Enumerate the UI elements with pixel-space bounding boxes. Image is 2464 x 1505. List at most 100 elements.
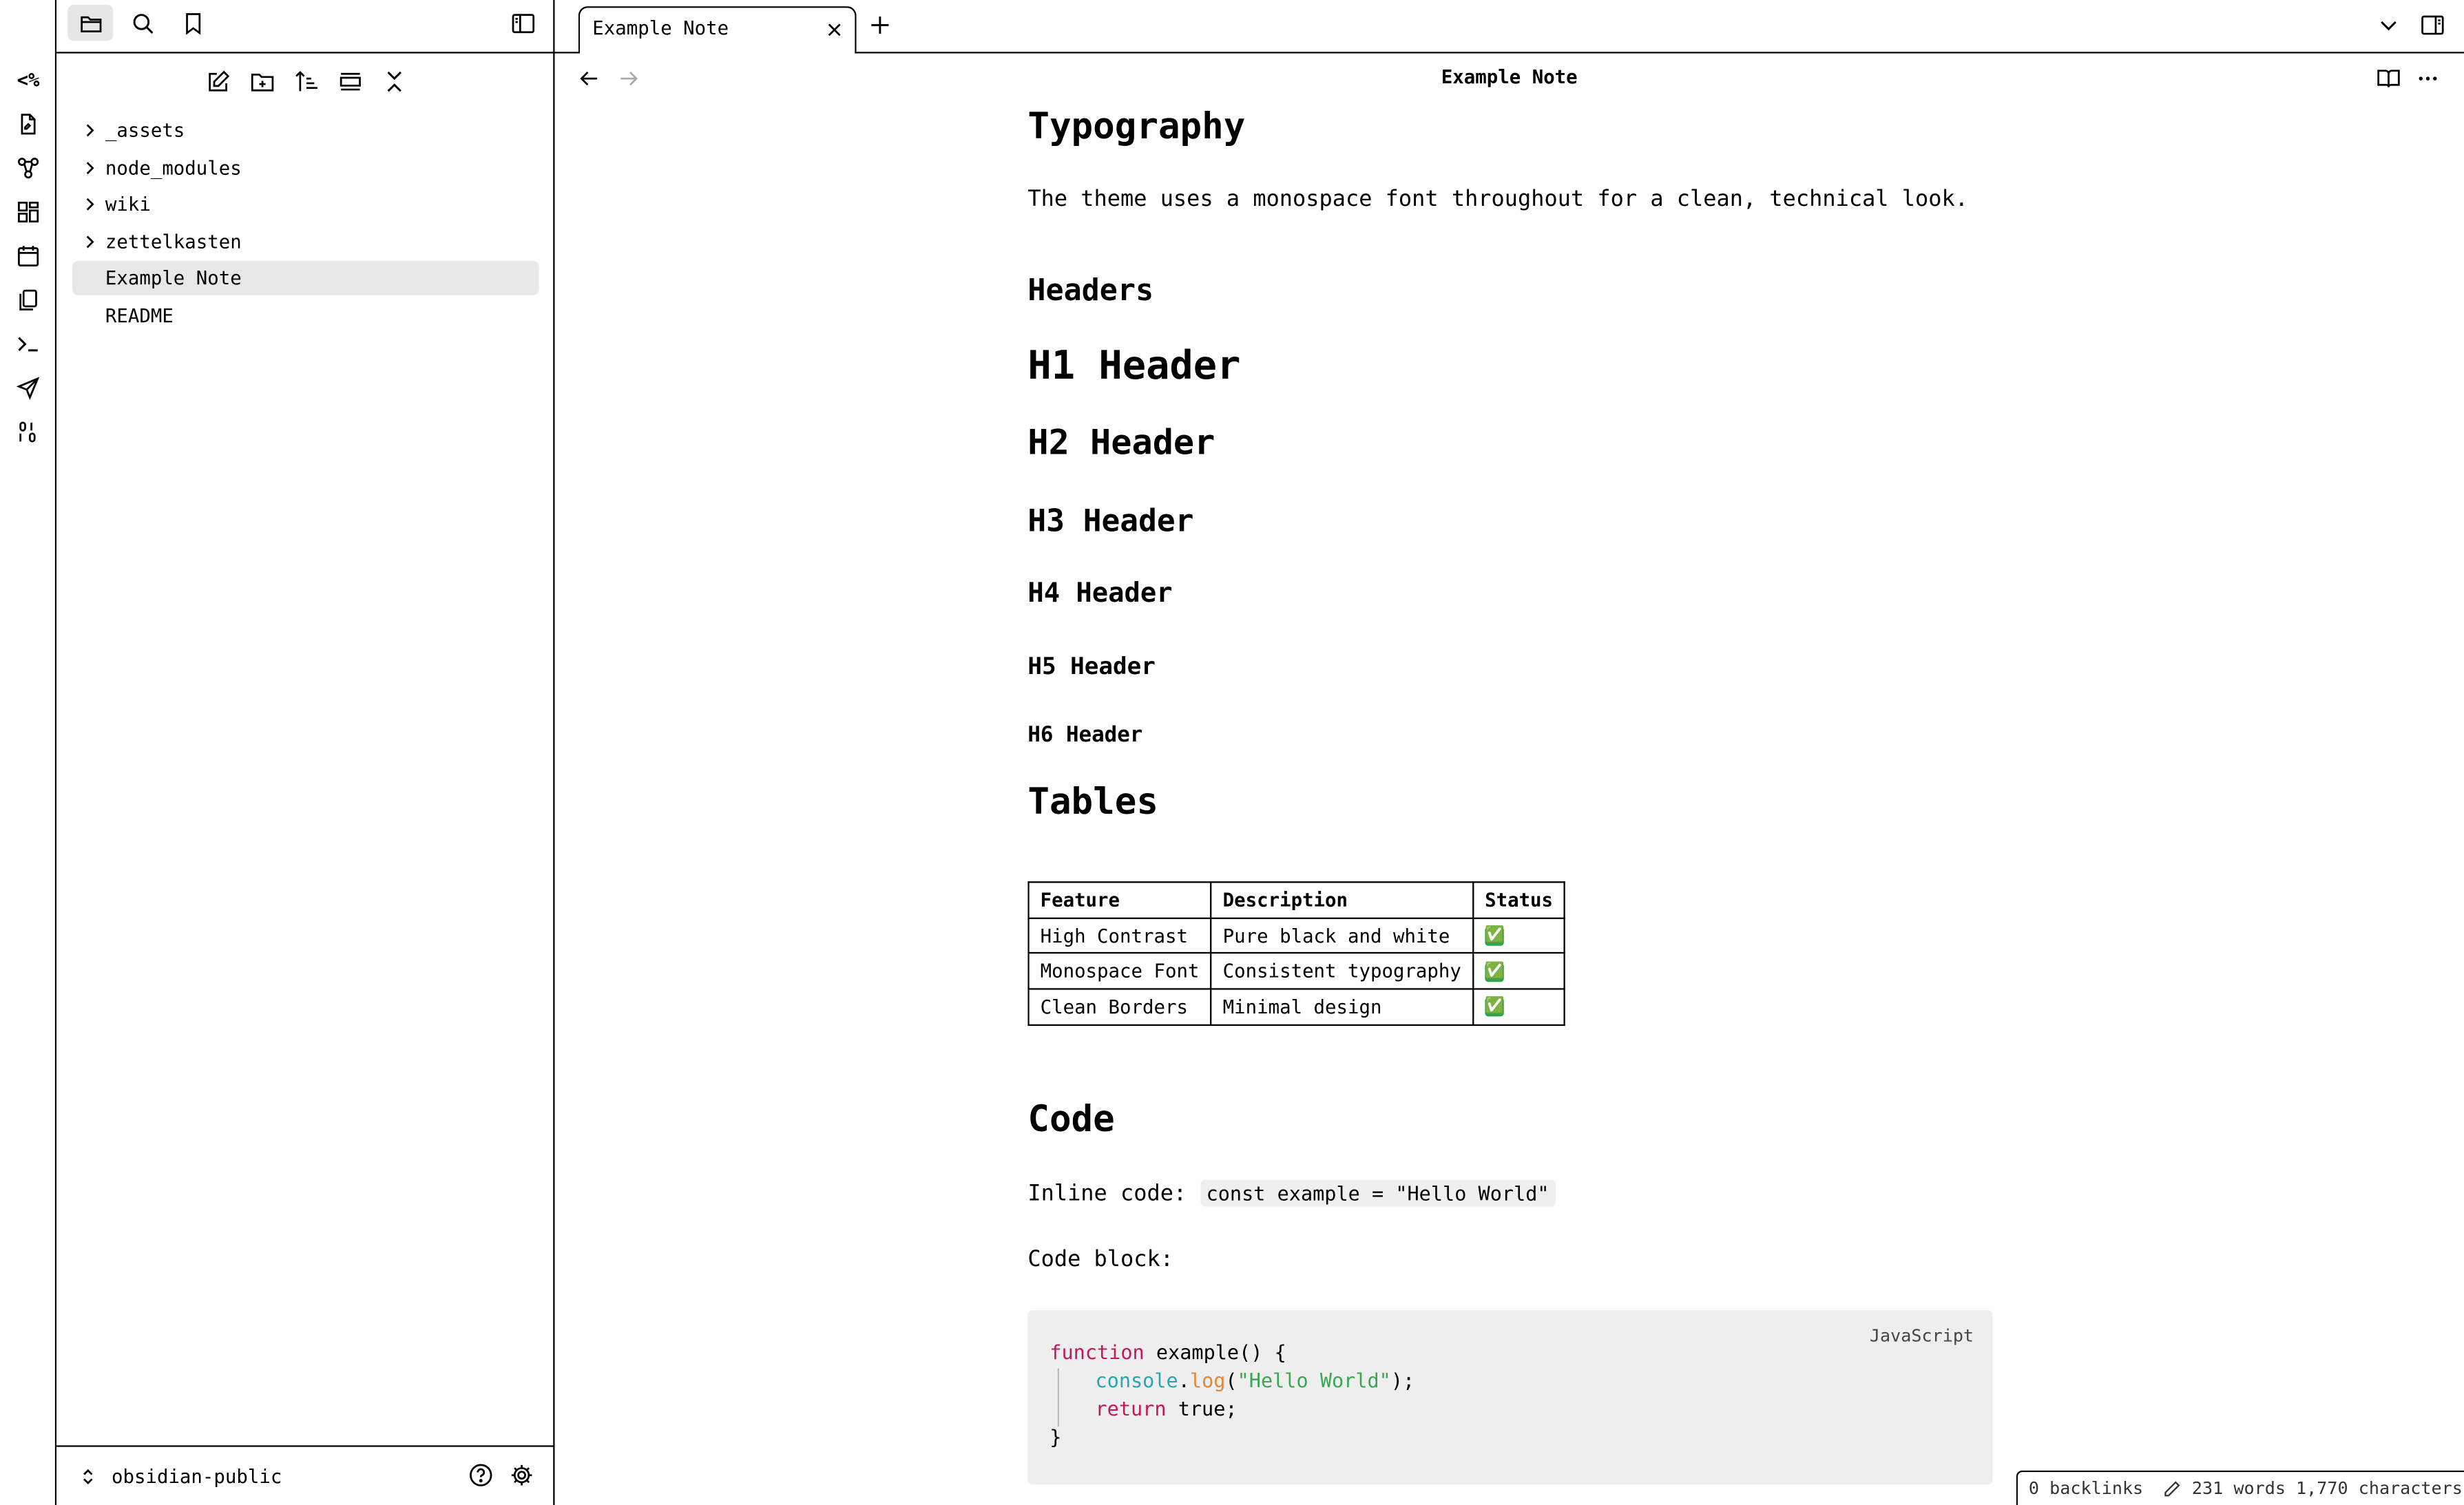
table-cell: Pure black and white (1210, 916, 1474, 954)
code-text: example() { (1144, 1340, 1286, 1364)
table-row: Clean Borders Minimal design ✅ (1027, 988, 1566, 1026)
bookmark-icon (185, 12, 200, 34)
new-folder-button[interactable] (244, 63, 282, 101)
chevron-right-icon (86, 161, 94, 174)
vault-footer: obsidian-public (56, 1445, 555, 1505)
chevron-down-icon (2381, 21, 2397, 31)
view-header: Example Note (554, 53, 2464, 104)
backlinks-count[interactable]: 0 backlinks (2029, 1478, 2143, 1499)
pages-icon[interactable] (11, 283, 45, 317)
feature-table: Feature Description Status High Contrast… (1027, 881, 1566, 1026)
file-item-readme[interactable]: README (72, 298, 539, 333)
vault-switcher[interactable]: obsidian-public (79, 1460, 282, 1494)
gear-icon (511, 1464, 532, 1486)
help-icon (470, 1464, 492, 1486)
folder-item-assets[interactable]: _assets (72, 113, 539, 147)
terminal-icon[interactable] (11, 327, 45, 361)
graph-icon[interactable] (11, 151, 45, 185)
folder-item-node-modules[interactable]: node_modules (72, 150, 539, 185)
reading-view-button[interactable] (2371, 61, 2405, 96)
ribbon: <% (0, 0, 57, 1505)
status-check-cell: ✅ (1472, 916, 1566, 954)
canvas-icon[interactable] (11, 195, 45, 229)
reveal-icon (340, 72, 361, 91)
view-title[interactable]: Example Note (555, 66, 2464, 88)
toggle-right-sidebar-button[interactable] (2415, 8, 2450, 42)
more-horizontal-icon (2419, 76, 2437, 81)
search-tab[interactable] (119, 5, 165, 41)
status-check-cell: ✅ (1472, 988, 1566, 1026)
code-line: console.log("Hello World"); (1095, 1369, 1414, 1392)
settings-button[interactable] (508, 1461, 536, 1489)
code-line: function example() { (1050, 1340, 1286, 1363)
status-bar: 0 backlinks 231 words 1,770 characters (2016, 1470, 2464, 1505)
book-open-icon (2377, 70, 2400, 87)
inline-code-paragraph: Inline code: const example = "Hello Worl… (1027, 1179, 1556, 1207)
check-emoji: ✅ (1485, 998, 1505, 1018)
check-emoji: ✅ (1485, 927, 1505, 946)
search-icon (132, 13, 153, 33)
sample-h4: H4 Header (1027, 578, 1173, 610)
word-char-count: 231 words 1,770 characters (2191, 1478, 2463, 1499)
sort-order-button[interactable] (288, 63, 326, 101)
auto-reveal-button[interactable] (331, 63, 369, 101)
tab-example-note[interactable]: Example Note (578, 6, 857, 55)
chevron-right-icon (86, 124, 94, 137)
templater-icon[interactable]: <% (11, 63, 45, 97)
collapse-all-button[interactable] (375, 63, 413, 101)
chevrons-collapse-icon (387, 71, 401, 92)
note-content[interactable]: Typography The theme uses a monospace fo… (1027, 104, 1993, 1505)
table-cell: Monospace Font (1027, 952, 1212, 990)
table-header-row: Feature Description Status (1027, 881, 1566, 919)
table-cell: High Contrast (1027, 916, 1212, 954)
calendar-icon[interactable] (11, 239, 45, 273)
more-options-button[interactable] (2410, 61, 2445, 96)
code-line: return true; (1095, 1397, 1237, 1420)
code-block[interactable]: JavaScript function example() { console.… (1027, 1310, 1993, 1485)
code-keyword: return (1095, 1396, 1167, 1420)
vault-name: obsidian-public (112, 1466, 282, 1488)
plus-icon (871, 16, 889, 34)
pencil-icon[interactable] (2162, 1479, 2181, 1497)
send-icon[interactable] (11, 371, 45, 406)
tab-title: Example Note (592, 17, 729, 40)
file-item-example-note[interactable]: Example Note (72, 261, 539, 296)
code-text: . (1178, 1368, 1190, 1392)
chevrons-up-down-icon (83, 1469, 93, 1485)
sample-h1: H1 Header (1027, 342, 1241, 388)
sort-icon (295, 71, 317, 92)
sample-h3: H3 Header (1027, 503, 1194, 539)
new-tab-button[interactable] (863, 8, 897, 42)
folder-icon (80, 15, 101, 32)
table-header-cell: Feature (1027, 881, 1212, 919)
sample-h2: H2 Header (1027, 424, 1215, 464)
paragraph-typography: The theme uses a monospace font througho… (1027, 187, 1968, 213)
close-tab-button[interactable] (824, 19, 846, 41)
folder-item-wiki[interactable]: wiki (72, 187, 539, 222)
code-language-label: JavaScript (1869, 1325, 1974, 1347)
binary-icon[interactable] (11, 414, 45, 449)
files-tab[interactable] (67, 4, 114, 41)
new-note-button[interactable] (200, 63, 238, 101)
code-text: true; (1166, 1396, 1238, 1420)
tree-item-label: wiki (105, 193, 151, 216)
help-button[interactable] (467, 1461, 495, 1489)
left-sidebar: _assets node_modules wiki zettelkasten E… (56, 0, 555, 1505)
code-object: console (1095, 1368, 1178, 1392)
table-row: Monospace Font Consistent typography ✅ (1027, 952, 1566, 990)
tree-item-label: Example Note (105, 267, 242, 290)
tab-list-button[interactable] (2371, 8, 2405, 42)
collapse-sidebar-button[interactable] (500, 5, 545, 41)
table-header-cell: Status (1472, 881, 1566, 919)
heading-typography: Typography (1027, 107, 1246, 148)
indent-guide (1057, 1368, 1060, 1427)
code-text: ); (1390, 1368, 1415, 1392)
folder-item-zettelkasten[interactable]: zettelkasten (72, 224, 539, 259)
code-text: ( (1225, 1368, 1238, 1392)
sample-h6: H6 Header (1027, 722, 1143, 748)
table-cell: Minimal design (1210, 988, 1474, 1026)
tree-item-label: _assets (105, 119, 185, 142)
new-note-icon[interactable] (11, 107, 45, 141)
bookmarks-tab[interactable] (169, 5, 215, 41)
inline-code-label: Inline code: (1027, 1181, 1187, 1207)
